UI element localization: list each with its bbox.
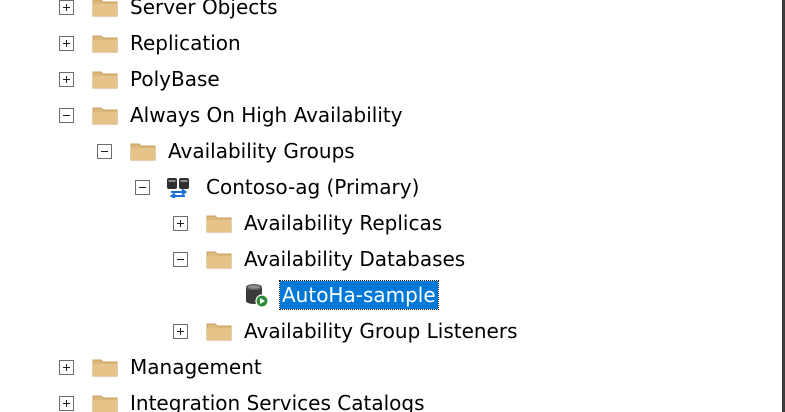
tree-node-contoso-ag[interactable]: Contoso-ag (Primary) <box>0 170 782 206</box>
tree-node-label[interactable]: Integration Services Catalogs <box>128 389 426 412</box>
folder-icon <box>92 0 118 17</box>
expand-icon[interactable] <box>59 0 74 15</box>
expand-icon[interactable] <box>59 360 74 375</box>
expand-icon[interactable] <box>173 324 188 339</box>
tree-node-integration-services-catalogs[interactable]: Integration Services Catalogs <box>0 386 782 412</box>
availability-group-icon <box>167 178 189 198</box>
tree-node-label[interactable]: Availability Group Listeners <box>242 317 520 345</box>
folder-icon <box>206 323 232 341</box>
folder-icon <box>92 35 118 53</box>
tree-node-polybase[interactable]: PolyBase <box>0 62 782 98</box>
tree-node-availability-groups[interactable]: Availability Groups <box>0 134 782 170</box>
tree-node-autoha-sample[interactable]: AutoHa-sample <box>0 278 782 314</box>
tree-node-label[interactable]: Replication <box>128 29 243 57</box>
tree-node-label[interactable]: Always On High Availability <box>128 101 405 129</box>
folder-icon <box>92 359 118 377</box>
tree-node-label[interactable]: Availability Replicas <box>242 209 444 237</box>
folder-icon <box>206 251 232 269</box>
expand-icon[interactable] <box>173 216 188 231</box>
tree-node-replication[interactable]: Replication <box>0 26 782 62</box>
tree-node-availability-group-listeners[interactable]: Availability Group Listeners <box>0 314 782 350</box>
expand-icon[interactable] <box>59 72 74 87</box>
expand-icon[interactable] <box>59 36 74 51</box>
tree-node-server-objects[interactable]: Server Objects <box>0 0 782 26</box>
collapse-icon[interactable] <box>97 144 112 159</box>
tree-node-management[interactable]: Management <box>0 350 782 386</box>
tree-node-label[interactable]: Availability Databases <box>242 245 467 273</box>
folder-icon <box>92 71 118 89</box>
tree-node-label-selected[interactable]: AutoHa-sample <box>279 280 439 310</box>
tree-node-availability-databases[interactable]: Availability Databases <box>0 242 782 278</box>
tree-node-availability-replicas[interactable]: Availability Replicas <box>0 206 782 242</box>
tree-node-label[interactable]: Management <box>128 353 264 381</box>
tree-node-always-on[interactable]: Always On High Availability <box>0 98 782 134</box>
folder-icon <box>92 107 118 125</box>
collapse-icon[interactable] <box>59 108 74 123</box>
folder-icon <box>92 395 118 412</box>
folder-icon <box>130 143 156 161</box>
collapse-icon[interactable] <box>173 252 188 267</box>
tree-node-label[interactable]: Server Objects <box>128 0 280 21</box>
folder-icon <box>206 215 232 233</box>
tree-node-label[interactable]: Contoso-ag (Primary) <box>204 173 421 201</box>
object-explorer-tree: Server Objects Replication PolyBase Alwa… <box>0 0 782 412</box>
expand-icon[interactable] <box>59 396 74 411</box>
collapse-icon[interactable] <box>135 180 150 195</box>
tree-node-label[interactable]: PolyBase <box>128 65 222 93</box>
tree-node-label[interactable]: Availability Groups <box>166 137 357 165</box>
database-synchronized-icon <box>246 284 269 308</box>
